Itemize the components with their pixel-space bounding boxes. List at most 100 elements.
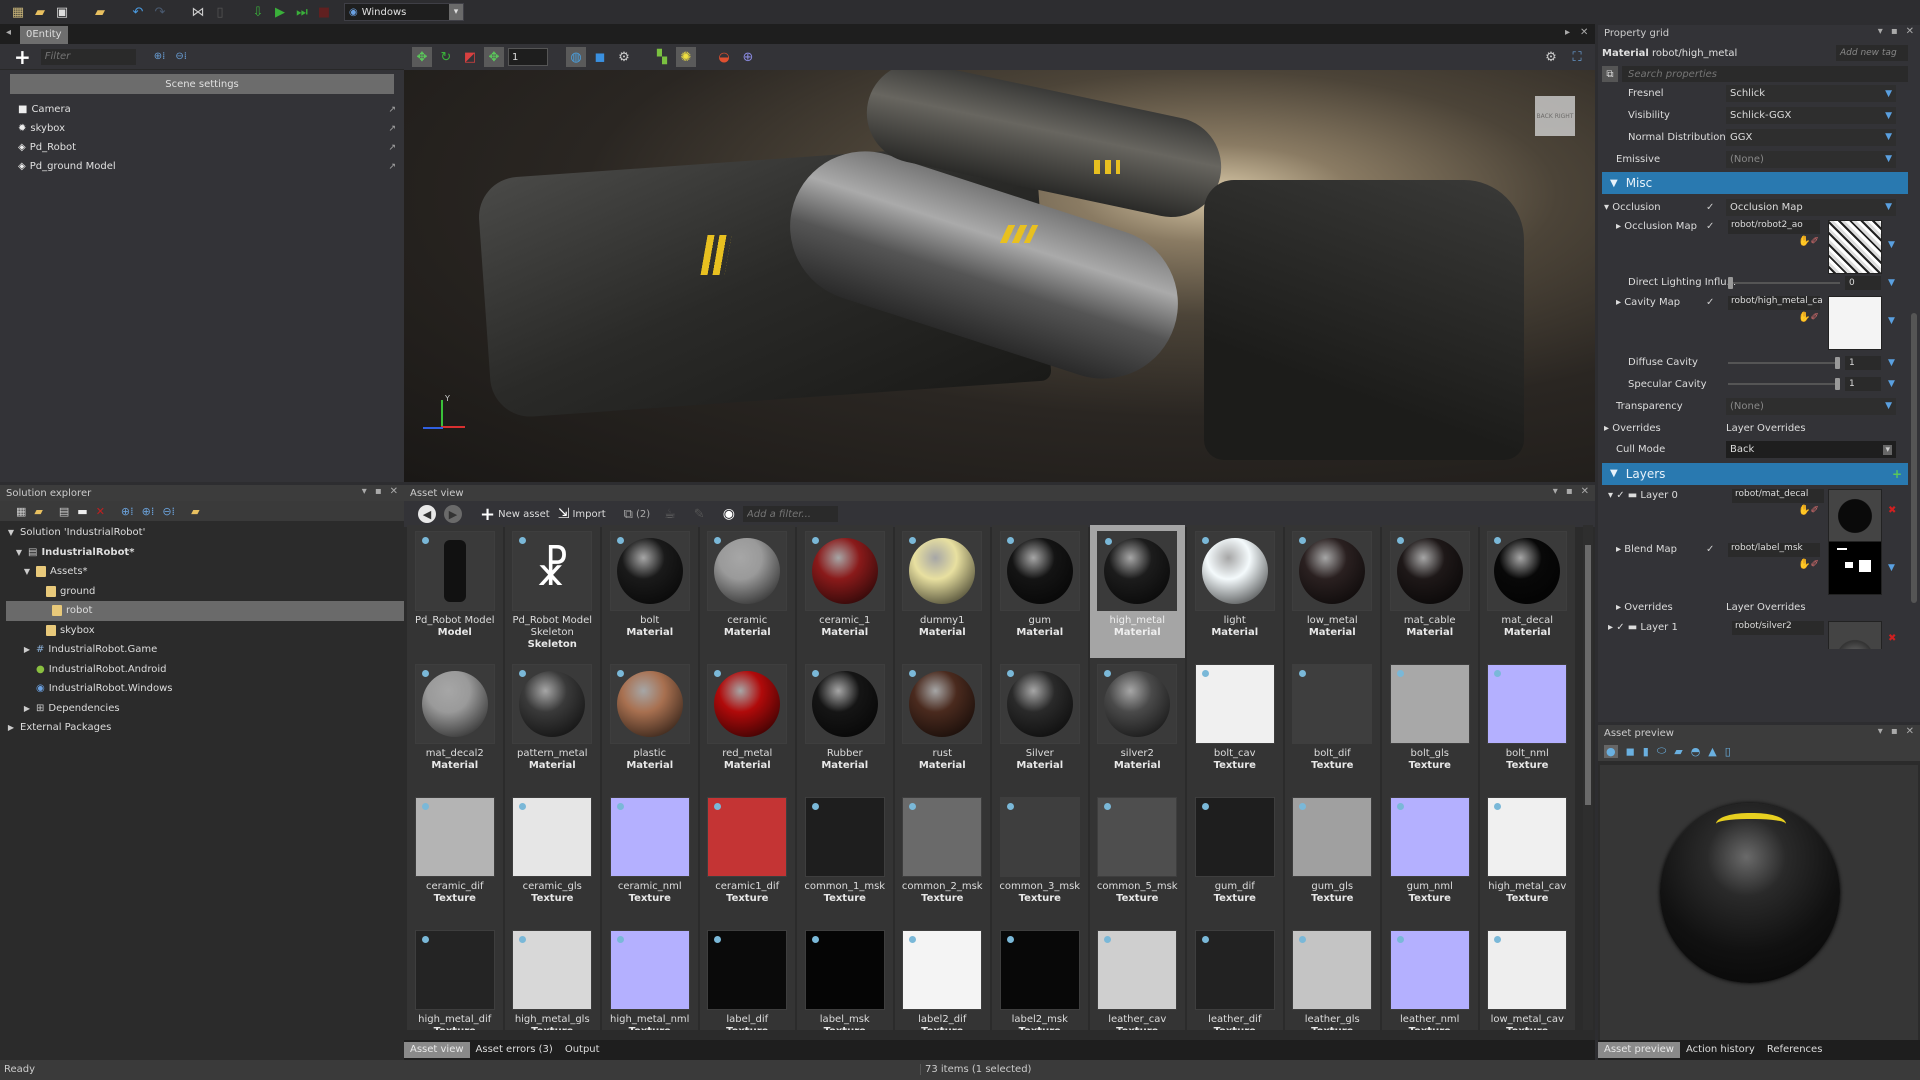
chevron-down-icon[interactable]: ▼ [1885, 111, 1892, 121]
expand-all-icon[interactable]: ⊕⁞ [142, 505, 155, 518]
occlusion-checkbox[interactable]: ✓ [1706, 202, 1714, 213]
asset-tile[interactable]: label_mskTexture [797, 924, 893, 1030]
chevron-down-icon[interactable]: ▼ [1888, 379, 1895, 389]
asset-tile[interactable]: rust Material [894, 658, 990, 791]
diffuse-cavity-slider[interactable] [1728, 361, 1840, 364]
add-tag-input[interactable]: Add new tag [1836, 45, 1908, 61]
view-cube[interactable]: BACK RIGHT [1535, 96, 1575, 136]
chevron-down-icon[interactable]: ▼ [1885, 202, 1892, 212]
tab-references[interactable]: References [1761, 1042, 1829, 1058]
asset-tile[interactable]: gum_nml Texture [1382, 791, 1478, 924]
build-icon[interactable]: ⇩ [250, 4, 266, 20]
tree-item-windows[interactable]: ◉ IndustrialRobot.Windows [0, 679, 404, 699]
references-button[interactable]: ⧉ (2) [624, 507, 650, 522]
scroll-left-icon[interactable]: ◂ [6, 27, 11, 38]
pin-icon[interactable]: ▪ [1566, 486, 1573, 497]
chevron-down-icon[interactable]: ▼ [1885, 401, 1892, 411]
chevron-down-icon[interactable]: ▼ [1888, 240, 1895, 250]
scene-filter-input[interactable] [40, 48, 136, 65]
property-scrollbar[interactable] [1910, 73, 1918, 693]
folder-icon[interactable]: ▰ [92, 4, 108, 20]
slider-handle[interactable] [1835, 378, 1840, 391]
asset-tile[interactable]: dummy1 Material [894, 525, 990, 658]
pin-icon[interactable]: ▪ [1891, 726, 1898, 737]
occlusion-select[interactable]: Occlusion Map ▼ [1726, 198, 1896, 216]
asset-tile[interactable]: common_1_msk Texture [797, 791, 893, 924]
asset-tile[interactable]: leather_nmlTexture [1382, 924, 1478, 1030]
expanded-icon[interactable]: ▼ [14, 548, 24, 557]
tree-item-ground[interactable]: ground [0, 582, 404, 602]
asset-tile[interactable]: common_3_msk Texture [992, 791, 1088, 924]
tab-asset-errors[interactable]: Asset errors (3) [470, 1042, 559, 1058]
back-button[interactable]: ◀ [418, 505, 436, 523]
material-preview-icon[interactable]: ◒ [714, 47, 734, 67]
close-icon[interactable]: ✕ [1581, 486, 1589, 497]
asset-tile[interactable]: leather_cavTexture [1089, 924, 1185, 1030]
asset-tile[interactable]: Rubber Material [797, 658, 893, 791]
tree-item-android[interactable]: ● IndustrialRobot.Android [0, 660, 404, 680]
plane-icon[interactable]: ▰ [1674, 745, 1682, 758]
asset-tile[interactable]: mat_decal Material [1479, 525, 1575, 658]
rotate-gizmo-icon[interactable]: ↻ [436, 47, 456, 67]
camera-settings-icon[interactable]: ⚙ [614, 47, 634, 67]
close-icon[interactable]: ✕ [1906, 726, 1914, 737]
collapsed-icon[interactable]: ▶ [22, 704, 32, 713]
remove-layer-icon[interactable]: ✖ [1888, 505, 1896, 516]
expanded-icon[interactable]: ▼ [22, 567, 32, 576]
asset-tile[interactable]: ceramic Material [699, 525, 795, 658]
solution-icon[interactable]: ▦ [10, 4, 26, 20]
asset-tile[interactable]: gum_dif Texture [1187, 791, 1283, 924]
asset-tile[interactable]: ceramic_gls Texture [504, 791, 600, 924]
cavity-map-field[interactable]: robot/high_metal_ca [1728, 295, 1823, 310]
asset-tile[interactable]: high_metal Material [1089, 525, 1185, 658]
asset-tile[interactable]: label2_mskTexture [992, 924, 1088, 1030]
copy-properties-icon[interactable]: ⧉ [1602, 66, 1618, 82]
cavity-map-checkbox[interactable]: ✓ [1706, 297, 1714, 308]
tree-item-solution[interactable]: ▼ Solution 'IndustrialRobot' [0, 523, 404, 543]
direct-lighting-value[interactable]: 0 [1845, 275, 1881, 290]
collapsed-icon[interactable]: ▶ [6, 723, 16, 732]
diffuse-cavity-value[interactable]: 1 [1845, 355, 1881, 370]
dropdown-icon[interactable]: ▾ [362, 486, 367, 497]
direct-lighting-slider[interactable] [1728, 281, 1840, 284]
chevron-down-icon[interactable]: ▼ [1885, 132, 1892, 142]
tab-action-history[interactable]: Action history [1680, 1042, 1761, 1058]
scene-settings-button[interactable]: Scene settings [10, 74, 394, 94]
layer1-material-field[interactable]: robot/silver2 [1732, 620, 1824, 635]
fresnel-select[interactable]: Schlick ▼ [1726, 85, 1896, 103]
pin-icon[interactable]: ↗ [388, 143, 396, 153]
asset-tile[interactable]: bolt_cav Texture [1187, 658, 1283, 791]
asset-tile[interactable]: ceramic_dif Texture [407, 791, 503, 924]
new-project-icon[interactable]: ▦ [16, 505, 26, 518]
asset-tile[interactable]: mat_decal2 Material [407, 658, 503, 791]
local-space-icon[interactable]: ◼ [590, 47, 610, 67]
debug-icon[interactable]: ⏭ [294, 4, 310, 20]
chevron-down-icon[interactable]: ▼ [1888, 316, 1895, 326]
dropdown-icon[interactable]: ▾ [1878, 726, 1883, 737]
edit-icon[interactable]: ✎ [694, 507, 705, 522]
translate-gizmo-icon[interactable]: ✥ [412, 47, 432, 67]
blend-map-field[interactable]: robot/label_msk [1728, 542, 1820, 557]
play-icon[interactable]: ▶ [272, 4, 288, 20]
asset-tile[interactable]: ceramic1_dif Texture [699, 791, 795, 924]
hand-icon[interactable]: ✋ [1798, 559, 1810, 570]
gizmo-settings-icon[interactable]: ⚙ [1541, 47, 1561, 67]
cone-icon[interactable]: ▲ [1708, 745, 1716, 758]
asset-tile[interactable]: silver2 Material [1089, 658, 1185, 791]
teapot-icon[interactable]: ◓ [1691, 745, 1701, 758]
pin-icon[interactable]: ↗ [388, 124, 396, 134]
close-icon[interactable]: ✕ [1580, 27, 1588, 38]
hand-icon[interactable]: ✋ [1798, 312, 1810, 323]
asset-tile[interactable]: bolt_gls Texture [1382, 658, 1478, 791]
scrollbar-thumb[interactable] [1911, 313, 1917, 603]
chevron-down-icon[interactable]: ▾ [1883, 444, 1892, 455]
asset-tile[interactable]: high_metal_cav Texture [1479, 791, 1575, 924]
chevron-down-icon[interactable]: ▼ [1885, 154, 1892, 164]
sphere-icon[interactable]: ● [1604, 744, 1618, 758]
search-properties-input[interactable] [1622, 66, 1908, 82]
asset-tile[interactable]: common_2_msk Texture [894, 791, 990, 924]
scene-item-pd-robot[interactable]: ◈ Pd_Robot ↗ [0, 138, 404, 157]
asset-tile[interactable]: leather_glsTexture [1284, 924, 1380, 1030]
asset-tile[interactable]: plastic Material [602, 658, 698, 791]
collapse-all-icon[interactable]: ⊖⁞ [162, 505, 175, 518]
